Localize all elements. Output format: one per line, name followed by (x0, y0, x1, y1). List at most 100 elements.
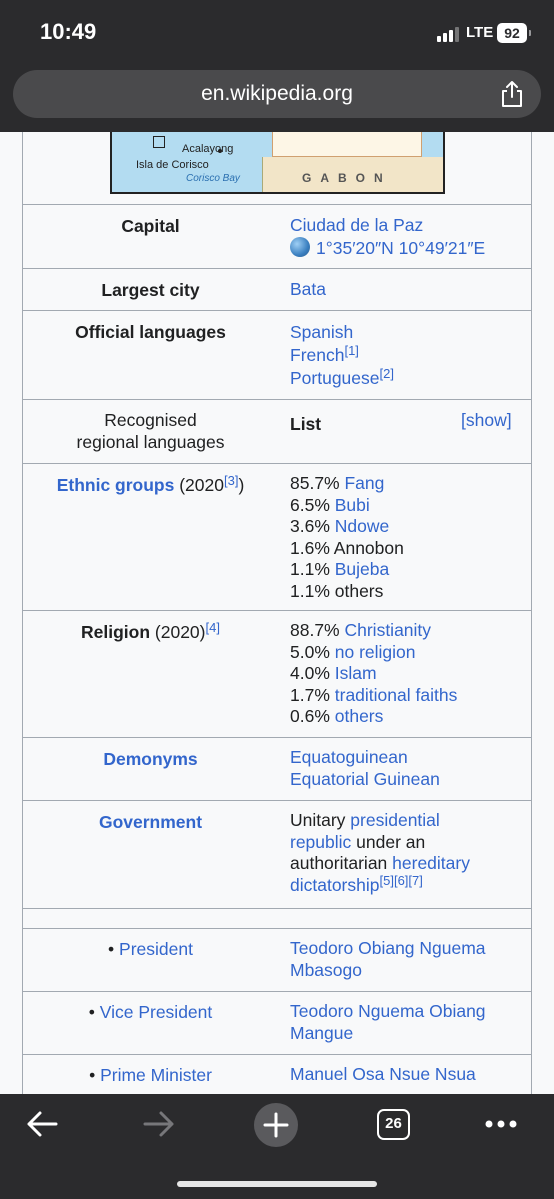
list-item: 0.6% others (290, 706, 384, 726)
coordinates-link[interactable]: 1°35′20″N 10°49′21″E (316, 238, 485, 258)
new-tab-plus-icon[interactable] (253, 1102, 299, 1148)
list-item: 1.1% Bujeba (290, 559, 390, 579)
value-government: Unitary presidential republic under an a… (290, 810, 470, 895)
religion-christianity-link[interactable]: Christianity (344, 620, 431, 640)
battery-icon: 92 (497, 23, 531, 43)
ethnic-bubi-link[interactable]: Bubi (335, 495, 370, 515)
label-largest-city: Largest city (101, 280, 200, 300)
browser-top-bar: 10:49 LTE 92 en.wikipedia.org (0, 0, 554, 132)
map-inset-box (153, 136, 165, 148)
religion-others-link[interactable]: others (335, 706, 384, 726)
ethnic-groups-link[interactable]: Ethnic groups (57, 475, 175, 495)
spacer-row (23, 908, 531, 928)
list-item: 6.5% Bubi (290, 494, 370, 515)
ethnic-bujeba-link[interactable]: Bujeba (335, 559, 390, 579)
url-text: en.wikipedia.org (201, 82, 353, 105)
label-line-1: Recognised (104, 410, 197, 430)
cellular-signal-icon (437, 26, 461, 42)
label-president: • President (108, 939, 193, 959)
ethnic-close: ) (238, 475, 245, 495)
value-religion: 88.7% Christianity 5.0% no religion 4.0%… (290, 620, 457, 728)
government-link[interactable]: Government (23, 811, 278, 833)
show-toggle[interactable]: [show] (461, 410, 512, 431)
globe-icon (290, 236, 310, 257)
vice-president-name-line2[interactable]: Mangue (290, 1023, 486, 1045)
value-vice-president: Teodoro Nguema Obiang Mangue (290, 1001, 486, 1044)
value-demonyms: Equatoguinean Equatorial Guinean (290, 747, 440, 790)
capital-link[interactable]: Ciudad de la Paz (290, 215, 485, 237)
president-name-link[interactable]: Teodoro Obiang Nguema (290, 938, 486, 960)
ref-4[interactable]: [4] (206, 620, 220, 635)
map-label-acalayong: Acalayong (182, 143, 234, 155)
demonym-2-link[interactable]: Equatorial Guinean (290, 769, 440, 791)
home-indicator[interactable] (177, 1181, 377, 1187)
prime-minister-link[interactable]: Prime Minister (100, 1065, 212, 1085)
row-religion: Religion (2020)[4] 88.7% Christianity 5.… (23, 610, 531, 737)
list-item: 88.7% Christianity (290, 620, 432, 640)
list-item: 1.1% others (290, 580, 384, 601)
list-item: 1.7% traditional faiths (290, 684, 458, 705)
vice-president-link[interactable]: Vice President (100, 1002, 213, 1022)
infobox: Acalayong Isla de Corisco Corisco Bay GA… (22, 132, 532, 1094)
status-time: 10:49 (40, 19, 97, 44)
list-item: 4.0% Islam (290, 663, 377, 683)
religion-label: Religion (81, 622, 151, 642)
map-label-bay: Corisco Bay (186, 173, 240, 184)
demonym-1-link[interactable]: Equatoguinean (290, 747, 440, 769)
ref-1[interactable]: [1] (344, 343, 358, 358)
label-line-2: regional languages (76, 432, 225, 452)
value-ethnic-groups: 85.7% Fang 6.5% Bubi 3.6% Ndowe 1.6% Ann… (290, 473, 404, 602)
language-french-link[interactable]: French (290, 345, 344, 365)
refs-5-7[interactable]: [5][6][7] (380, 873, 423, 888)
ethnic-ndowe-link[interactable]: Ndowe (335, 516, 389, 536)
ethnic-others: others (334, 580, 384, 601)
religion-none-link[interactable]: no religion (335, 642, 416, 662)
list-item: 3.6% Ndowe (290, 516, 390, 536)
tabs-count-icon[interactable]: 26 (377, 1109, 410, 1140)
dictatorship-link[interactable]: dictatorship (290, 875, 380, 895)
republic-link[interactable]: republic (290, 832, 351, 852)
list-item: 85.7% Fang (290, 473, 385, 493)
row-official-languages: Official languages Spanish French[1] Por… (23, 310, 531, 399)
network-type: LTE (466, 24, 494, 41)
label-capital: Capital (121, 216, 180, 236)
label-ethnic-groups: Ethnic groups (2020[3]) (23, 474, 278, 496)
language-spanish-link[interactable]: Spanish (290, 321, 394, 344)
map-label-corisco: Isla de Corisco (136, 159, 209, 171)
back-arrow-icon[interactable] (24, 1109, 60, 1139)
row-president: • President Teodoro Obiang Nguema Mbasog… (23, 928, 531, 991)
label-regional-languages: Recognised regional languages (23, 409, 278, 453)
ethnic-annobon: Annobon (333, 537, 404, 558)
label-official-languages: Official languages (75, 322, 226, 342)
largest-city-link[interactable]: Bata (290, 279, 326, 301)
president-link[interactable]: President (119, 939, 193, 959)
value-capital: Ciudad de la Paz 1°35′20″N 10°49′21″E (290, 215, 485, 259)
ethnic-fang-link[interactable]: Fang (344, 473, 384, 493)
forward-arrow-icon[interactable] (141, 1109, 177, 1139)
label-vice-president: • Vice President (88, 1002, 213, 1022)
regional-languages-list: List (290, 414, 322, 434)
vice-president-name-link[interactable]: Teodoro Nguema Obiang (290, 1001, 486, 1023)
share-icon[interactable] (497, 79, 527, 109)
demonyms-link[interactable]: Demonyms (23, 748, 278, 770)
presidential-link[interactable]: presidential (350, 810, 440, 830)
coordinates[interactable]: 1°35′20″N 10°49′21″E (290, 236, 485, 260)
language-portuguese-link[interactable]: Portuguese (290, 368, 380, 388)
president-name-line2[interactable]: Mbasogo (290, 960, 486, 982)
more-options-icon[interactable] (484, 1116, 518, 1132)
row-prime-minister: • Prime Minister Manuel Osa Nsue Nsua (23, 1054, 531, 1094)
ref-2[interactable]: [2] (380, 366, 394, 381)
row-largest-city: Largest city Bata (23, 268, 531, 310)
address-bar[interactable]: en.wikipedia.org (13, 70, 541, 118)
religion-traditional-link[interactable]: traditional faiths (335, 685, 458, 705)
ref-3[interactable]: [3] (224, 473, 238, 488)
hereditary-link[interactable]: hereditary (392, 853, 470, 873)
label-prime-minister: • Prime Minister (89, 1065, 212, 1085)
prime-minister-name-link[interactable]: Manuel Osa Nsue Nsua (290, 1064, 476, 1086)
religion-islam-link[interactable]: Islam (335, 663, 377, 683)
location-map[interactable]: Acalayong Isla de Corisco Corisco Bay GA… (110, 132, 445, 194)
row-capital: Capital Ciudad de la Paz 1°35′20″N 10°49… (23, 204, 531, 268)
ethnic-year: (2020 (174, 475, 224, 495)
row-government: Government Unitary presidential republic… (23, 800, 531, 908)
row-demonyms: Demonyms Equatoguinean Equatorial Guinea… (23, 737, 531, 800)
